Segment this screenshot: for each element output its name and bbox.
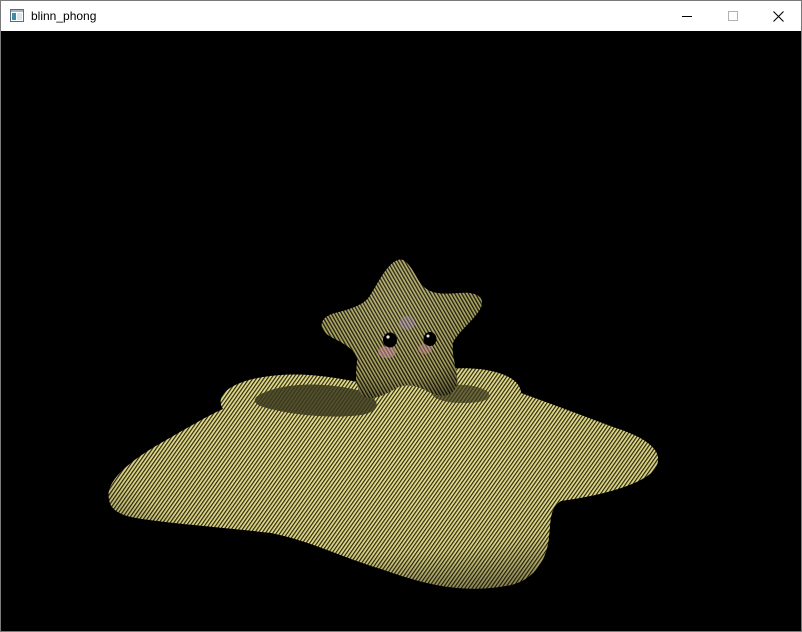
application-window: blinn_phong — [0, 0, 802, 632]
right-eye — [423, 332, 437, 346]
minimize-button[interactable] — [664, 1, 710, 31]
minimize-icon — [682, 11, 692, 21]
window-title: blinn_phong — [31, 9, 97, 23]
close-button[interactable] — [755, 1, 801, 31]
render-viewport[interactable] — [1, 31, 801, 631]
application-icon — [10, 9, 24, 22]
title-bar[interactable]: blinn_phong — [1, 1, 801, 31]
left-cheek — [378, 346, 396, 358]
maximize-button[interactable] — [710, 1, 756, 31]
close-icon — [772, 10, 784, 22]
left-eye — [383, 332, 397, 348]
maximize-icon — [728, 11, 738, 21]
base-mesh — [108, 368, 659, 589]
rendered-scene — [108, 259, 659, 589]
